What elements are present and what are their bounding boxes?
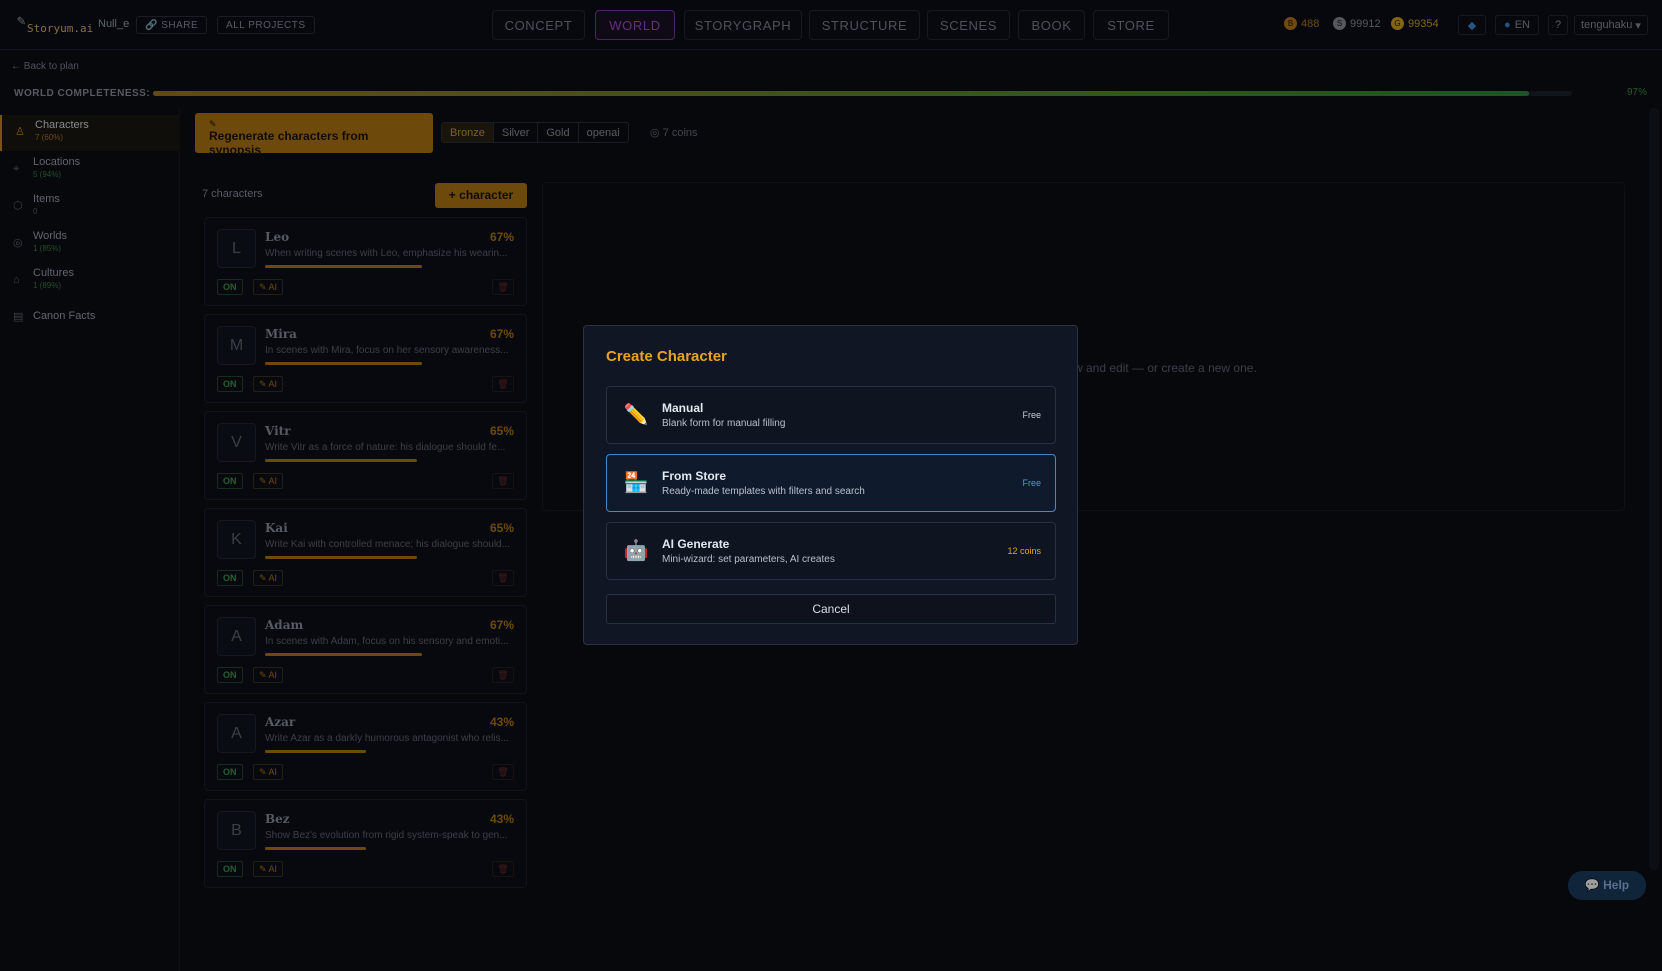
app-root: ✎ Storyum.ai Null_e 🔗 SHARE ALL PROJECTS… xyxy=(0,0,1662,971)
option-price: 12 coins xyxy=(1007,546,1041,556)
create-character-modal: Create Character ✏️ Manual Blank form fo… xyxy=(583,325,1078,645)
cancel-button[interactable]: Cancel xyxy=(606,594,1056,624)
option-ai-generate[interactable]: 🤖 AI Generate Mini-wizard: set parameter… xyxy=(606,522,1056,580)
option-title: AI Generate xyxy=(662,537,730,551)
pencil-icon: ✏️ xyxy=(623,404,649,426)
option-subtitle: Mini-wizard: set parameters, AI creates xyxy=(662,554,835,565)
option-manual[interactable]: ✏️ Manual Blank form for manual filling … xyxy=(606,386,1056,444)
modal-title: Create Character xyxy=(606,348,727,365)
option-price: Free xyxy=(1022,410,1041,420)
option-subtitle: Ready-made templates with filters and se… xyxy=(662,486,865,497)
store-icon: 🏪 xyxy=(623,472,649,494)
option-subtitle: Blank form for manual filling xyxy=(662,418,786,429)
option-price: Free xyxy=(1022,478,1041,488)
option-from-store[interactable]: 🏪 From Store Ready-made templates with f… xyxy=(606,454,1056,512)
robot-icon: 🤖 xyxy=(623,540,649,562)
option-title: Manual xyxy=(662,401,704,415)
option-title: From Store xyxy=(662,469,727,483)
